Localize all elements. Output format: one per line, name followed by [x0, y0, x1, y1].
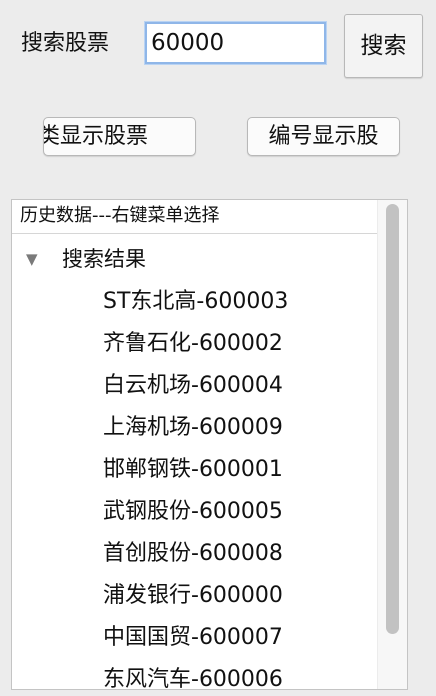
history-header: 历史数据---右键菜单选择: [12, 200, 380, 234]
tree-node-label: 搜索结果: [62, 247, 146, 271]
list-item[interactable]: 浦发银行-600000: [103, 578, 283, 614]
list-item[interactable]: ST东北高-600003: [103, 284, 288, 320]
list-item[interactable]: 上海机场-600009: [103, 410, 283, 446]
search-label: 搜索股票: [21, 31, 110, 56]
list-item[interactable]: 白云机场-600004: [103, 368, 283, 404]
list-item[interactable]: 武钢股份-600005: [103, 494, 283, 530]
list-item[interactable]: 中国国贸-600007: [103, 620, 283, 656]
search-input[interactable]: [145, 22, 326, 64]
list-item[interactable]: 首创股份-600008: [103, 536, 283, 572]
search-button[interactable]: 搜索: [344, 14, 423, 78]
category-display-button[interactable]: 分类显示股票: [43, 117, 196, 156]
scrollbar-track[interactable]: [377, 200, 407, 689]
category-display-button-label: 分类显示股票: [44, 124, 149, 149]
scrollbar-thumb[interactable]: [386, 204, 399, 634]
triangle-down-icon[interactable]: ▼: [26, 243, 62, 275]
list-item[interactable]: 齐鲁石化-600002: [103, 326, 283, 362]
list-item[interactable]: 东风汽车-600006: [103, 662, 283, 689]
history-panel: 历史数据---右键菜单选择 ▼ 搜索结果 ST东北高-600003 齐鲁石化-60…: [11, 199, 408, 690]
number-display-button[interactable]: 编号显示股: [247, 117, 400, 156]
list-item[interactable]: 邯郸钢铁-600001: [103, 452, 283, 488]
tree-node-search-results[interactable]: ▼ 搜索结果: [26, 243, 146, 275]
